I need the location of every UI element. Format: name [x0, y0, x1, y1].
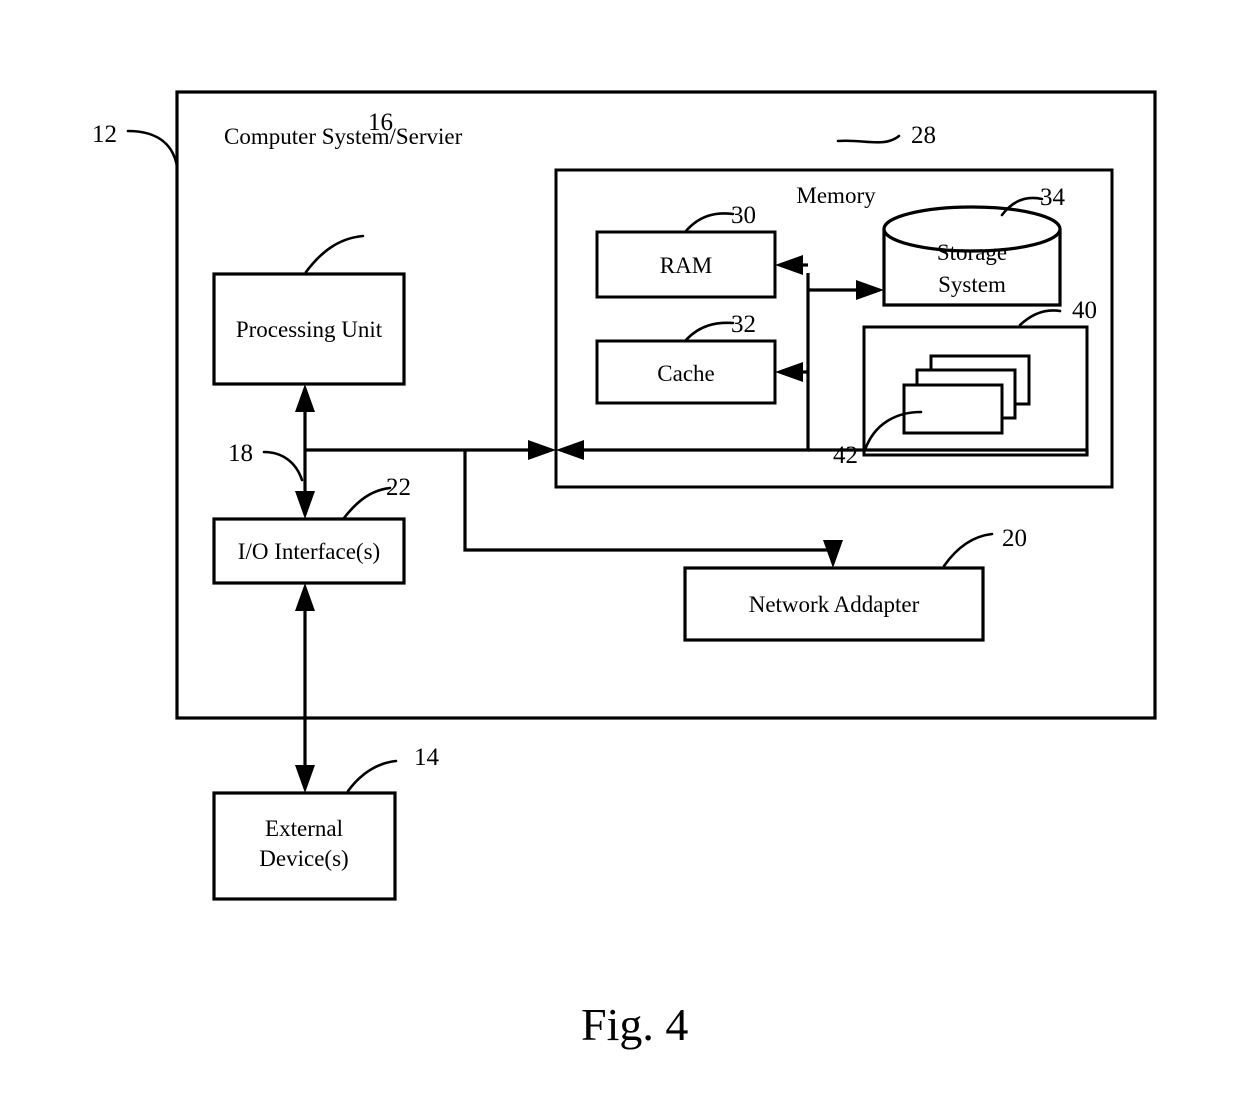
ref-14: 14: [414, 744, 440, 771]
diagram-canvas: Computer System/Servier 12 Processing Un…: [92, 90, 1157, 1050]
arrowhead-to-external-device: [295, 765, 315, 793]
cache-label: Cache: [657, 361, 714, 386]
ram-label: RAM: [660, 253, 712, 278]
io-interface-label: I/O Interface(s): [238, 539, 380, 564]
processing-unit-label: Processing Unit: [236, 317, 383, 342]
ref-42: 42: [833, 442, 858, 469]
ref-40: 40: [1072, 297, 1097, 324]
memory-label: Memory: [796, 183, 876, 208]
network-adapter-label: Network Addapter: [749, 592, 920, 617]
storage-system-label-2: System: [938, 272, 1006, 297]
external-device-label-2: Device(s): [259, 846, 348, 871]
ref-30: 30: [731, 202, 756, 229]
ref-28: 28: [911, 122, 936, 149]
program-module-front: [902, 383, 1004, 435]
computer-system-title: Computer System/Servier: [224, 124, 463, 149]
ref-34: 34: [1040, 184, 1066, 211]
storage-system-label-1: Storage: [937, 240, 1007, 265]
ref-16: 16: [368, 109, 393, 136]
external-device-label-1: External: [265, 816, 343, 841]
ref-32: 32: [731, 311, 756, 338]
lead-line-14: [346, 759, 398, 793]
ref-22: 22: [386, 474, 411, 501]
ref-20: 20: [1002, 525, 1027, 552]
figure-caption: Fig. 4: [581, 999, 688, 1050]
ref-18: 18: [228, 440, 253, 467]
ref-12: 12: [92, 121, 117, 148]
patent-figure: Computer System/Servier 12 Processing Un…: [0, 0, 1240, 1101]
lead-line-12: [126, 129, 179, 168]
